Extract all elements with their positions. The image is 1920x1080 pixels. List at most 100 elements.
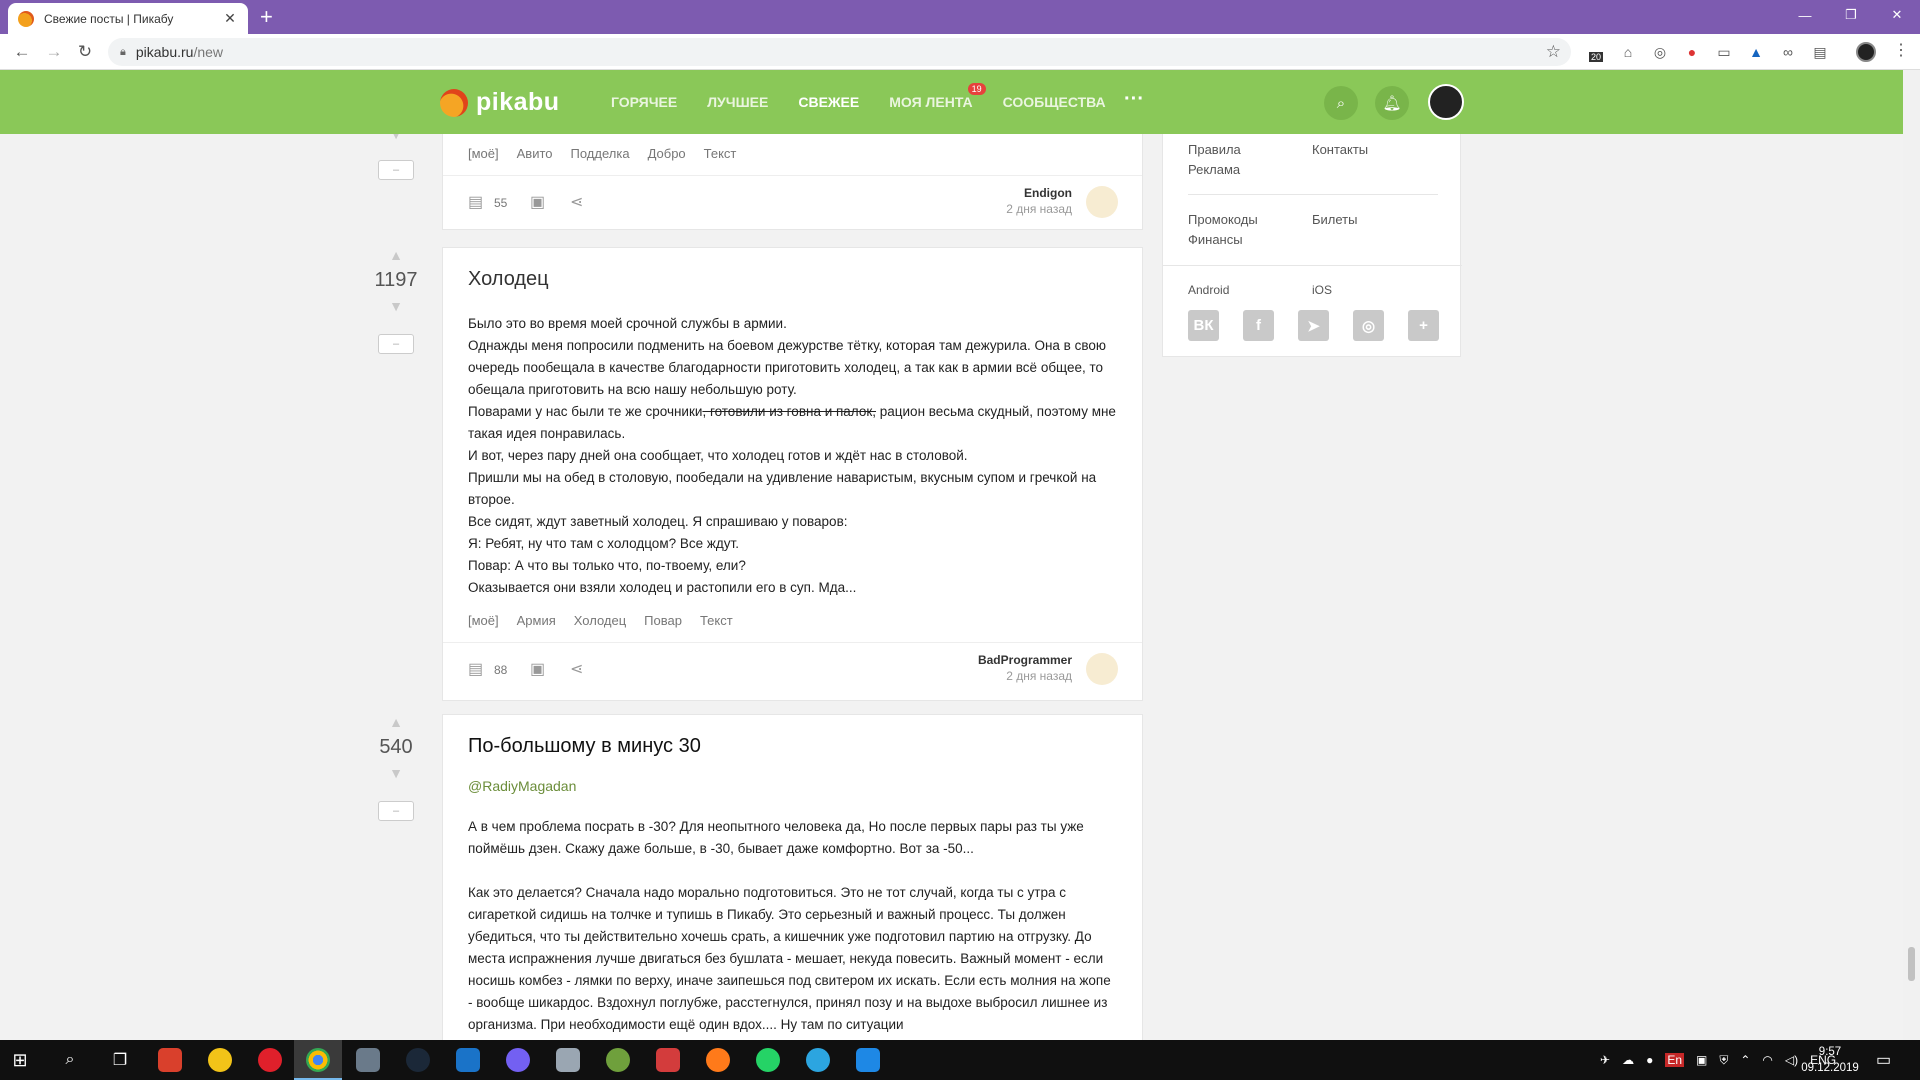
address-bar[interactable]: 🔒︎ pikabu.ru/new ☆ — [108, 38, 1571, 66]
app-icon[interactable] — [656, 1048, 680, 1072]
comments-count[interactable]: 55 — [494, 196, 507, 210]
minus-button[interactable]: – — [378, 334, 414, 354]
downvote-icon[interactable]: ▼ — [365, 765, 427, 781]
vk-icon[interactable]: ВК — [1188, 310, 1219, 341]
task-view-icon[interactable]: ❐ — [108, 1048, 132, 1072]
telegram-icon[interactable]: ➤ — [1298, 310, 1329, 341]
pikabu-logo[interactable]: pikabu — [440, 88, 560, 117]
whatsapp-icon[interactable] — [756, 1048, 780, 1072]
comments-count[interactable]: 88 — [494, 663, 507, 677]
author-avatar[interactable] — [1086, 186, 1118, 218]
tag[interactable]: Подделка — [571, 146, 630, 161]
share-icon[interactable]: ⋖ — [570, 659, 583, 679]
lock-icon[interactable]: 🔒︎ — [120, 46, 126, 59]
comments-icon[interactable]: ▤ — [468, 192, 483, 212]
browser-tab[interactable]: Свежие посты | Пикабу ✕ — [8, 3, 248, 34]
firefox-icon[interactable] — [706, 1048, 730, 1072]
author-link[interactable]: @RadiyMagadan — [443, 758, 1142, 794]
nav-new[interactable]: СВЕЖЕЕ — [798, 94, 859, 110]
app-icon[interactable] — [856, 1048, 880, 1072]
minus-button[interactable]: – — [378, 160, 414, 180]
new-tab-icon[interactable]: + — [260, 5, 273, 29]
instagram-icon[interactable]: ◎ — [1353, 310, 1384, 341]
link-rules[interactable]: Правила — [1188, 142, 1241, 157]
upvote-icon[interactable]: ▲ — [365, 714, 427, 730]
story-title[interactable]: Холодец — [443, 248, 1142, 291]
opera-icon[interactable] — [258, 1048, 282, 1072]
search-icon[interactable]: ⌕ — [1324, 86, 1358, 120]
app-icon[interactable] — [456, 1048, 480, 1072]
red-extension-icon[interactable]: ● — [1681, 41, 1703, 63]
windows-start-icon[interactable]: ⊞ — [8, 1048, 32, 1072]
nav-best[interactable]: ЛУЧШЕЕ — [707, 94, 768, 110]
tray-lang-badge[interactable]: En — [1665, 1053, 1684, 1067]
tray-app-icon[interactable]: ▣ — [1696, 1053, 1707, 1067]
close-window-icon[interactable]: ✕ — [1874, 0, 1920, 30]
story-title[interactable]: По-большому в минус 30 — [443, 715, 1142, 758]
page-scrollbar[interactable] — [1903, 70, 1920, 1040]
shield-icon[interactable]: ⛨ — [1719, 1053, 1728, 1068]
link-ads[interactable]: Реклама — [1188, 162, 1240, 177]
tray-app-icon[interactable]: ☁ — [1622, 1053, 1634, 1067]
forward-icon[interactable]: → — [42, 40, 66, 64]
app-icon[interactable] — [356, 1048, 380, 1072]
facebook-icon[interactable]: f — [1243, 310, 1274, 341]
clock[interactable]: 9:57 09.12.2019 — [1800, 1044, 1860, 1076]
bell-icon[interactable]: 🔔︎ — [1375, 86, 1409, 120]
nav-communities[interactable]: СООБЩЕСТВА — [1003, 94, 1106, 110]
extension-badge-icon[interactable]: 20 — [1585, 41, 1607, 63]
more-menu-icon[interactable]: ··· — [1124, 88, 1144, 111]
glasses-extension-icon[interactable]: ∞ — [1777, 41, 1799, 63]
share-icon[interactable]: ⋖ — [570, 192, 583, 212]
circle-extension-icon[interactable]: ◎ — [1649, 41, 1671, 63]
app-icon[interactable] — [158, 1048, 182, 1072]
minus-button[interactable]: – — [378, 801, 414, 821]
screen-extension-icon[interactable]: ▭ — [1713, 41, 1735, 63]
scrollbar-thumb[interactable] — [1908, 947, 1915, 981]
author-name[interactable]: Endigon — [1006, 186, 1072, 200]
downvote-icon[interactable]: ▼ — [365, 134, 427, 142]
notification-icon[interactable]: ▭ — [1876, 1050, 1891, 1070]
reload-icon[interactable]: ↻ — [73, 40, 97, 64]
link-tickets[interactable]: Билеты — [1312, 212, 1357, 227]
tag[interactable]: Текст — [700, 613, 733, 628]
save-icon[interactable]: ▣ — [530, 659, 545, 679]
tag[interactable]: Армия — [517, 613, 556, 628]
link-ios[interactable]: iOS — [1312, 283, 1332, 297]
tag[interactable]: Текст — [704, 146, 737, 161]
link-finance[interactable]: Финансы — [1188, 232, 1243, 247]
tag[interactable]: Добро — [648, 146, 686, 161]
tag[interactable]: Холодец — [574, 613, 626, 628]
bookmark-star-icon[interactable]: ☆ — [1546, 42, 1561, 62]
steam-icon[interactable] — [406, 1048, 430, 1072]
volume-icon[interactable]: ◁) — [1785, 1053, 1798, 1067]
nav-hot[interactable]: ГОРЯЧЕЕ — [611, 94, 677, 110]
drive-extension-icon[interactable]: ▲ — [1745, 41, 1767, 63]
tag[interactable]: Авито — [517, 146, 553, 161]
tag[interactable]: [моё] — [468, 146, 499, 161]
tag[interactable]: [моё] — [468, 613, 499, 628]
downvote-icon[interactable]: ▼ — [365, 298, 427, 314]
cast-extension-icon[interactable]: ▤ — [1809, 41, 1831, 63]
upvote-icon[interactable]: ▲ — [365, 247, 427, 263]
user-avatar[interactable] — [1428, 84, 1464, 120]
link-contacts[interactable]: Контакты — [1312, 142, 1368, 157]
comments-icon[interactable]: ▤ — [468, 659, 483, 679]
search-icon[interactable]: ⌕ — [58, 1048, 82, 1072]
up-arrow-icon[interactable]: ⌃ — [1740, 1053, 1750, 1067]
tray-app-icon[interactable]: ● — [1646, 1053, 1653, 1067]
nav-my-feed[interactable]: МОЯ ЛЕНТА 19 — [889, 83, 986, 110]
wifi-icon[interactable]: ◠ — [1762, 1053, 1772, 1067]
link-android[interactable]: Android — [1188, 283, 1229, 297]
app-icon[interactable] — [606, 1048, 630, 1072]
browser-menu-icon[interactable]: ⋮ — [1893, 40, 1909, 60]
add-icon[interactable]: + — [1408, 310, 1439, 341]
profile-avatar[interactable] — [1856, 42, 1876, 62]
back-icon[interactable]: ← — [10, 40, 34, 64]
link-promocodes[interactable]: Промокоды — [1188, 212, 1258, 227]
tray-app-icon[interactable]: ✈ — [1600, 1053, 1610, 1067]
minimize-icon[interactable]: — — [1782, 0, 1828, 30]
home-extension-icon[interactable]: ⌂ — [1617, 41, 1639, 63]
app-icon[interactable] — [208, 1048, 232, 1072]
restore-icon[interactable]: ❐ — [1828, 0, 1874, 30]
